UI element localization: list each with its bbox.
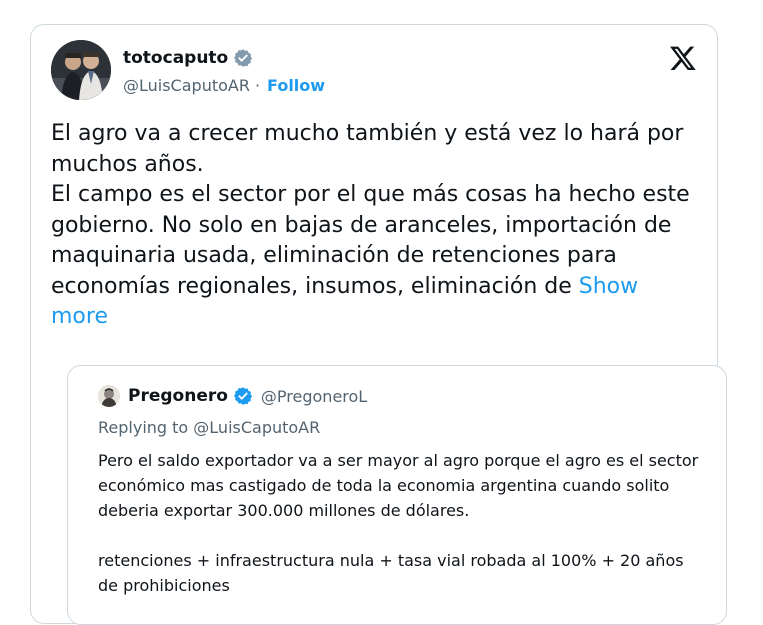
- tweet-paragraph-1: El agro va a crecer mucho también y está…: [51, 121, 684, 177]
- avatar-image: [51, 40, 111, 100]
- tweet-text: El agro va a crecer mucho también y está…: [51, 119, 691, 333]
- separator: ·: [254, 75, 261, 95]
- quote-body: Pero el saldo exportador va a ser mayor …: [98, 448, 708, 598]
- quoted-tweet[interactable]: Pregonero @PregoneroL Replying to @LuisC…: [67, 365, 727, 625]
- display-name-row: totocaputo: [123, 46, 325, 70]
- tweet-header: totocaputo @LuisCaputoAR · Follow: [51, 40, 699, 102]
- tweet-paragraph-2: El campo es el sector por el que más cos…: [51, 180, 691, 333]
- quote-paragraph-2: retenciones + infraestructura nula + tas…: [98, 551, 684, 595]
- verified-badge-icon: [234, 49, 253, 67]
- user-block: totocaputo @LuisCaputoAR · Follow: [123, 46, 325, 96]
- quote-paragraph-1: Pero el saldo exportador va a ser mayor …: [98, 451, 699, 520]
- quote-header: Pregonero @PregoneroL: [98, 384, 367, 408]
- avatar[interactable]: [51, 40, 111, 100]
- quote-handle: @PregoneroL: [260, 386, 368, 406]
- handle[interactable]: @LuisCaputoAR: [123, 76, 250, 95]
- quote-avatar-image: [98, 385, 120, 407]
- x-logo-icon[interactable]: [669, 44, 697, 72]
- handle-row: @LuisCaputoAR · Follow: [123, 74, 325, 96]
- replying-to-label: Replying to @LuisCaputoAR: [98, 418, 321, 437]
- follow-button[interactable]: Follow: [267, 76, 325, 95]
- quote-display-name: Pregonero: [128, 386, 228, 406]
- quote-avatar[interactable]: [98, 385, 120, 407]
- tweet-card: totocaputo @LuisCaputoAR · Follow El agr…: [30, 24, 727, 625]
- display-name[interactable]: totocaputo: [123, 48, 228, 68]
- verified-badge-icon: [233, 387, 253, 405]
